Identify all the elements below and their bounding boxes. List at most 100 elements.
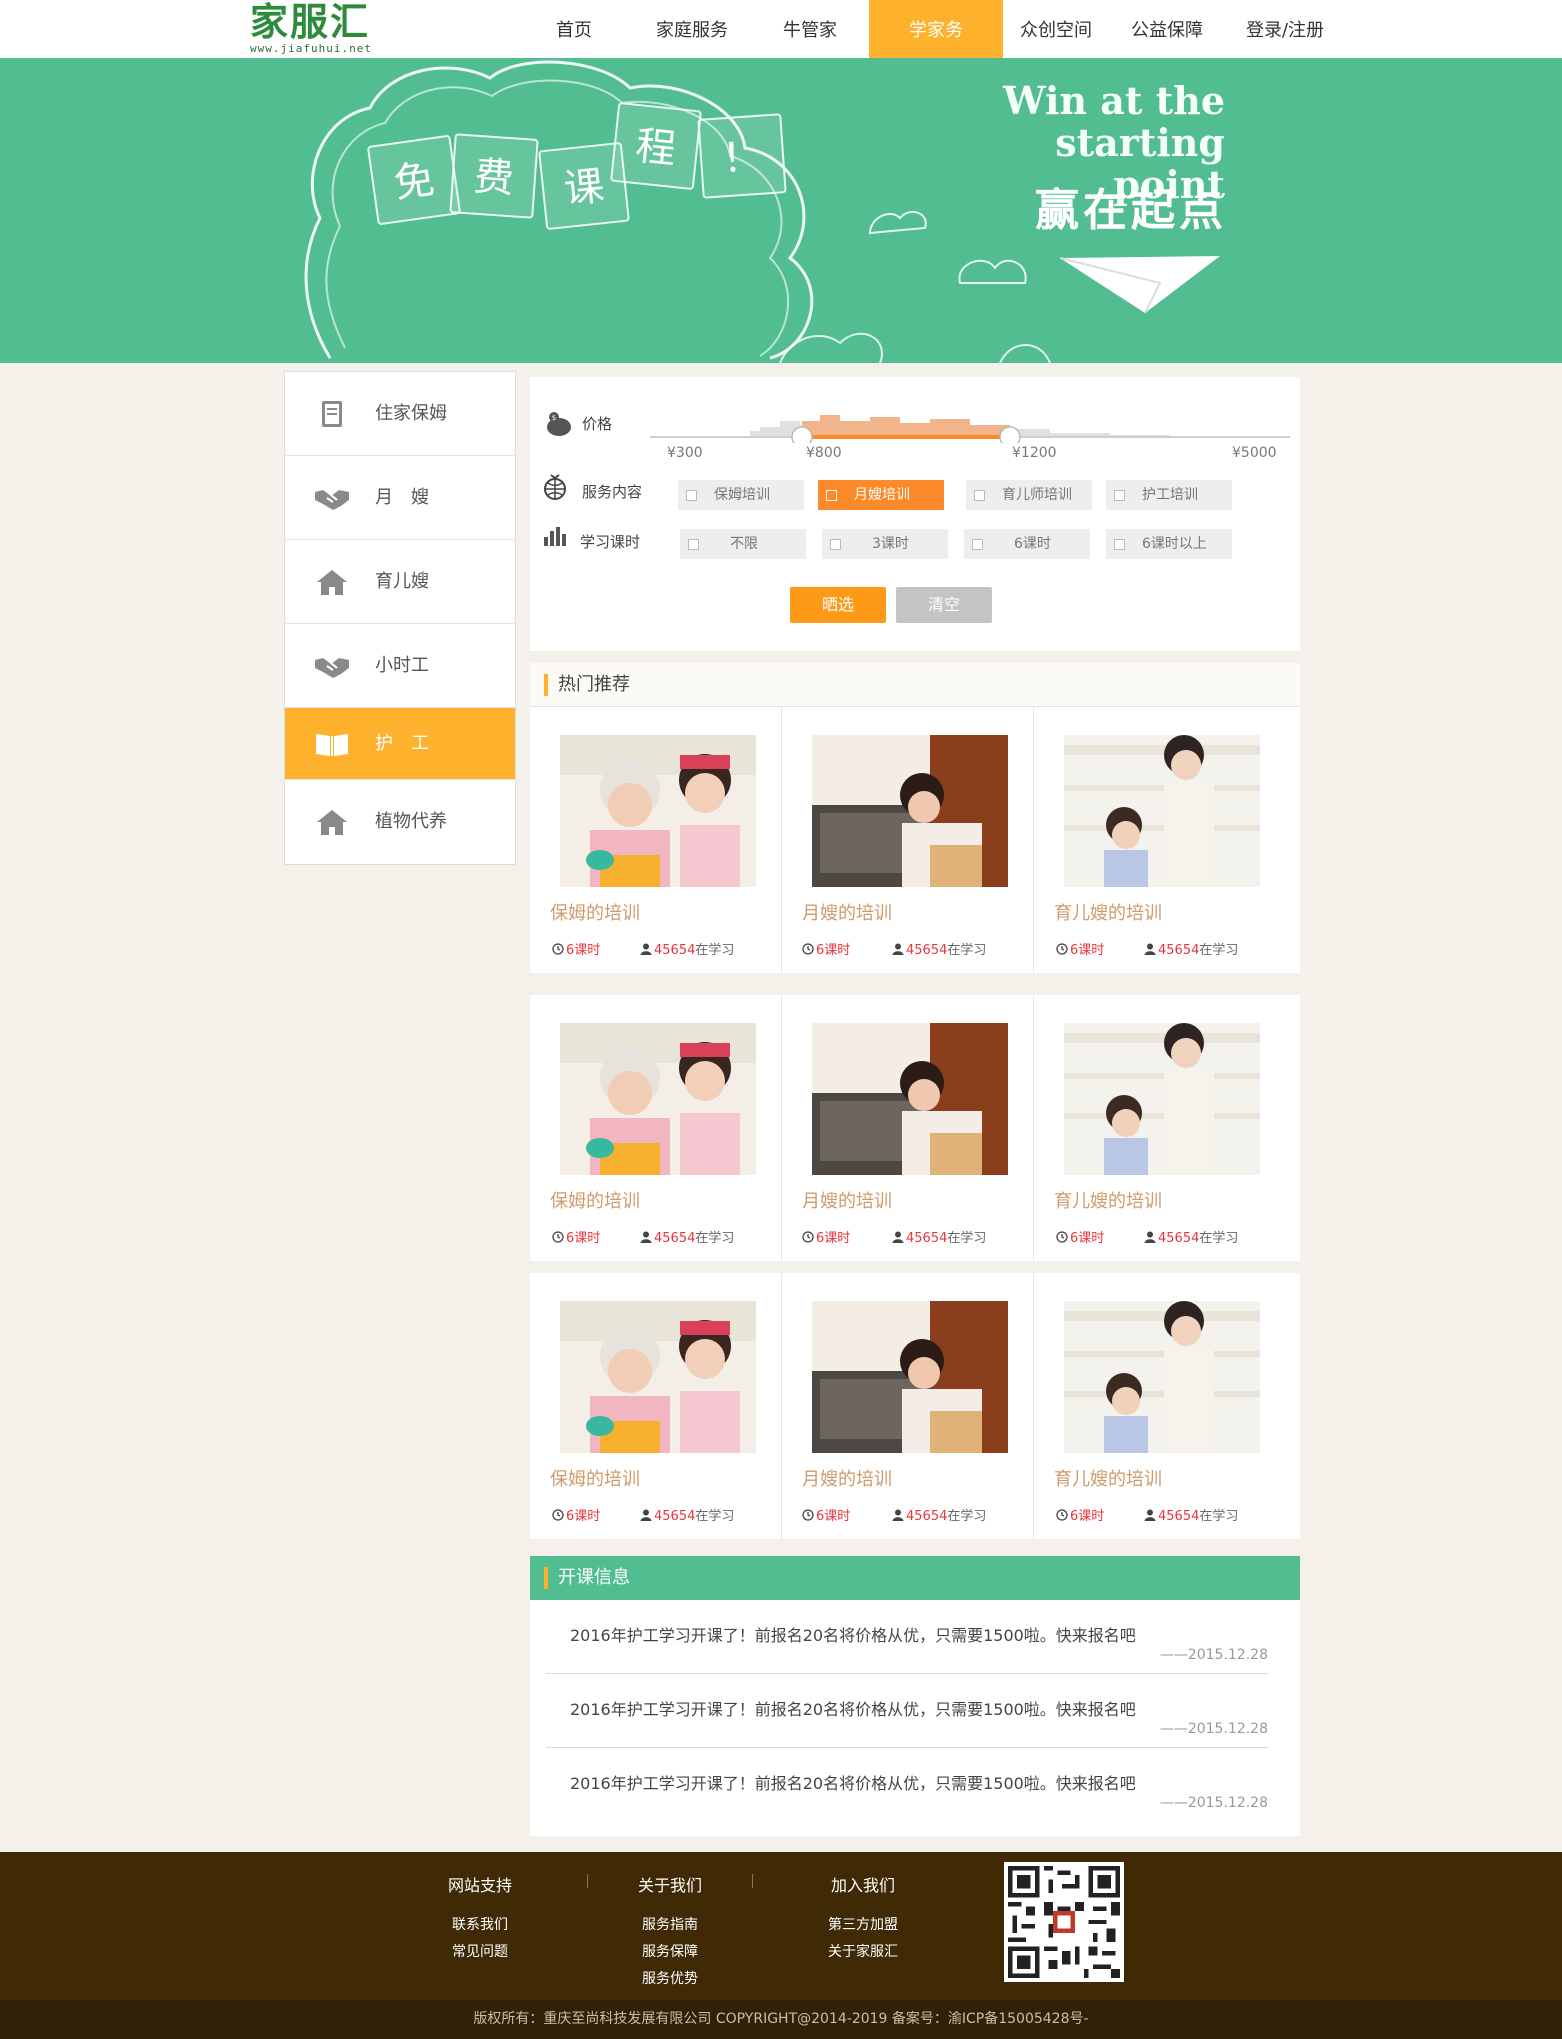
learner-suffix: 在学习 bbox=[947, 943, 987, 958]
hours-option-6-plus[interactable]: 6课时以上 bbox=[1106, 529, 1232, 559]
filter-clear-button[interactable]: 清空 bbox=[896, 587, 992, 623]
course-card[interactable]: 育儿嫂的培训 6课时 45654在学习 bbox=[1034, 1273, 1286, 1539]
sidebar-item-live-in-nanny[interactable]: 住家保姆 bbox=[285, 372, 515, 456]
footer-col-join: 加入我们 第三方加盟 关于家服汇 bbox=[788, 1872, 938, 1966]
clock-icon bbox=[802, 1509, 814, 1521]
course-photo[interactable] bbox=[1064, 735, 1260, 887]
course-learners: 45654在学习 bbox=[1144, 1227, 1238, 1246]
sidebar-item-label: 护 工 bbox=[375, 733, 429, 754]
news-item[interactable]: 2016年护工学习开课了！前报名20名将价格从优，只需要1500啦。快来报名吧 … bbox=[546, 1674, 1268, 1748]
course-title[interactable]: 育儿嫂的培训 bbox=[1054, 1465, 1162, 1491]
banner-note-4: 程 bbox=[610, 101, 702, 191]
checkbox-icon bbox=[688, 539, 699, 550]
course-title[interactable]: 月嫂的培训 bbox=[802, 1187, 892, 1213]
section-accent-bar bbox=[544, 674, 548, 696]
banner-chalk-drawing bbox=[304, 60, 1220, 363]
course-title[interactable]: 育儿嫂的培训 bbox=[1054, 899, 1162, 925]
course-hours-value: 6课时 bbox=[816, 1509, 851, 1524]
price-tick-5000: ¥5000 bbox=[1232, 445, 1277, 461]
price-range-slider[interactable] bbox=[650, 407, 1290, 443]
course-title[interactable]: 月嫂的培训 bbox=[802, 1465, 892, 1491]
filter-submit-button[interactable]: 晒选 bbox=[790, 587, 886, 623]
learner-count: 45654 bbox=[654, 1509, 696, 1524]
footer-link-franchise[interactable]: 第三方加盟 bbox=[788, 1912, 938, 1939]
course-hours: 6课时 bbox=[552, 1505, 600, 1524]
course-photo[interactable] bbox=[560, 1023, 756, 1175]
course-photo[interactable] bbox=[560, 735, 756, 887]
service-option-matron[interactable]: 月嫂培训 bbox=[818, 480, 944, 510]
hours-option-6[interactable]: 6课时 bbox=[964, 529, 1090, 559]
course-hours: 6课时 bbox=[1056, 939, 1104, 958]
sidebar-item-label: 育儿嫂 bbox=[375, 571, 429, 592]
open-class-header: 开课信息 bbox=[530, 1556, 1300, 1600]
course-photo[interactable] bbox=[812, 1301, 1008, 1453]
nav-startup-space[interactable]: 众创空间 bbox=[1003, 0, 1109, 58]
course-card[interactable]: 保姆的培训 6课时 45654在学习 bbox=[530, 1273, 782, 1539]
course-card[interactable]: 月嫂的培训 6课时 45654在学习 bbox=[782, 707, 1034, 973]
footer-divider bbox=[752, 1874, 753, 1888]
learner-count: 45654 bbox=[654, 1231, 696, 1246]
course-photo[interactable] bbox=[1064, 1301, 1260, 1453]
site-logo[interactable]: 家服汇 www.jiafuhui.net bbox=[250, 2, 385, 56]
sidebar-item-label: 小时工 bbox=[375, 655, 429, 676]
sidebar-item-childcare[interactable]: 育儿嫂 bbox=[285, 540, 515, 624]
nav-family-service[interactable]: 家庭服务 bbox=[633, 0, 751, 58]
nav-welfare[interactable]: 公益保障 bbox=[1109, 0, 1225, 58]
main-nav: 首页 家庭服务 牛管家 学家务 众创空间 公益保障 登录/注册 bbox=[515, 0, 1345, 58]
user-icon bbox=[892, 1509, 904, 1521]
checkbox-icon bbox=[974, 490, 985, 501]
course-photo[interactable] bbox=[812, 735, 1008, 887]
filter-panel: $ 价格 ¥300 ¥800 ¥1200 ¥5000 服务内容 保姆培训 月嫂培… bbox=[530, 377, 1300, 651]
news-item[interactable]: 2016年护工学习开课了！前报名20名将价格从优，只需要1500啦。快来报名吧 … bbox=[546, 1748, 1268, 1822]
nav-butler[interactable]: 牛管家 bbox=[751, 0, 869, 58]
learner-suffix: 在学习 bbox=[947, 1231, 987, 1246]
course-card[interactable]: 保姆的培训 6课时 45654在学习 bbox=[530, 995, 782, 1261]
news-date: ——2015.12.28 bbox=[1159, 1721, 1268, 1737]
price-tick-300: ¥300 bbox=[667, 445, 703, 461]
service-option-nanny[interactable]: 保姆培训 bbox=[678, 480, 804, 510]
footer-link-guarantee[interactable]: 服务保障 bbox=[595, 1939, 745, 1966]
course-card[interactable]: 月嫂的培训 6课时 45654在学习 bbox=[782, 995, 1034, 1261]
course-title[interactable]: 保姆的培训 bbox=[550, 1187, 640, 1213]
footer-link-about-jiafuhui[interactable]: 关于家服汇 bbox=[788, 1939, 938, 1966]
service-option-caregiver[interactable]: 护工培训 bbox=[1106, 480, 1232, 510]
hours-option-3[interactable]: 3课时 bbox=[822, 529, 948, 559]
user-icon bbox=[640, 1231, 652, 1243]
course-title[interactable]: 月嫂的培训 bbox=[802, 899, 892, 925]
footer-link-faq[interactable]: 常见问题 bbox=[405, 1939, 555, 1966]
course-card[interactable]: 月嫂的培训 6课时 45654在学习 bbox=[782, 1273, 1034, 1539]
checkbox-icon bbox=[826, 490, 837, 501]
learner-suffix: 在学习 bbox=[695, 1231, 735, 1246]
sidebar-item-caregiver[interactable]: 护 工 bbox=[285, 708, 515, 780]
sidebar-item-hourly-worker[interactable]: 小时工 bbox=[285, 624, 515, 708]
course-photo[interactable] bbox=[812, 1023, 1008, 1175]
course-card[interactable]: 育儿嫂的培训 6课时 45654在学习 bbox=[1034, 707, 1286, 973]
nav-learn-housework[interactable]: 学家务 bbox=[869, 0, 1003, 58]
footer-link-contact[interactable]: 联系我们 bbox=[405, 1912, 555, 1939]
footer-link-guide[interactable]: 服务指南 bbox=[595, 1912, 745, 1939]
course-photo[interactable] bbox=[1064, 1023, 1260, 1175]
news-item[interactable]: 2016年护工学习开课了！前报名20名将价格从优，只需要1500啦。快来报名吧 … bbox=[546, 1600, 1268, 1674]
course-card[interactable]: 保姆的培训 6课时 45654在学习 bbox=[530, 707, 782, 973]
footer-link-advantage[interactable]: 服务优势 bbox=[595, 1966, 745, 1993]
course-card[interactable]: 育儿嫂的培训 6课时 45654在学习 bbox=[1034, 995, 1286, 1261]
user-icon bbox=[892, 1231, 904, 1243]
service-option-childcare-teacher[interactable]: 育儿师培训 bbox=[966, 480, 1092, 510]
nav-login-register[interactable]: 登录/注册 bbox=[1225, 0, 1345, 58]
course-title[interactable]: 保姆的培训 bbox=[550, 1465, 640, 1491]
learner-suffix: 在学习 bbox=[1199, 943, 1239, 958]
course-title[interactable]: 保姆的培训 bbox=[550, 899, 640, 925]
footer-col-about: 关于我们 服务指南 服务保障 服务优势 bbox=[595, 1872, 745, 1993]
course-photo[interactable] bbox=[560, 1301, 756, 1453]
open-class-list: 2016年护工学习开课了！前报名20名将价格从优，只需要1500啦。快来报名吧 … bbox=[530, 1600, 1300, 1836]
checkbox-icon bbox=[972, 539, 983, 550]
sidebar-item-maternity-matron[interactable]: 月 嫂 bbox=[285, 456, 515, 540]
clock-icon bbox=[552, 1509, 564, 1521]
hours-option-unlimited[interactable]: 不限 bbox=[680, 529, 806, 559]
course-title[interactable]: 育儿嫂的培训 bbox=[1054, 1187, 1162, 1213]
clock-icon bbox=[552, 1231, 564, 1243]
nav-home[interactable]: 首页 bbox=[515, 0, 633, 58]
footer-col-support: 网站支持 联系我们 常见问题 bbox=[405, 1872, 555, 1966]
sidebar-item-plant-care[interactable]: 植物代养 bbox=[285, 780, 515, 864]
sidebar-item-label: 住家保姆 bbox=[375, 403, 447, 424]
